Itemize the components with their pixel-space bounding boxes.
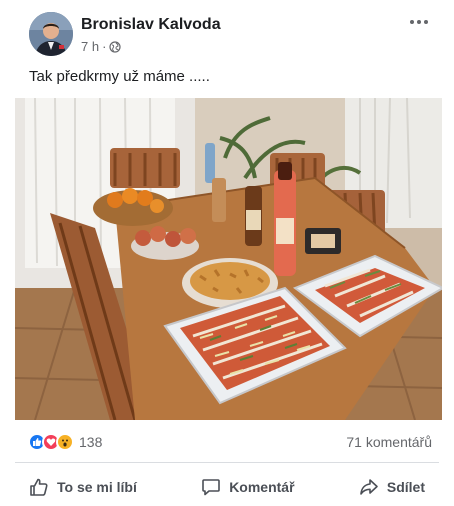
post-photo[interactable] <box>15 98 442 420</box>
comments-count-link[interactable]: 71 komentářů <box>346 434 432 450</box>
dot-icon <box>417 20 421 24</box>
more-options-button[interactable] <box>404 12 434 32</box>
like-button-label: To se mi líbí <box>57 479 137 495</box>
post-actions-bar: To se mi líbí Komentář Sdílet <box>15 472 439 502</box>
post-text: Tak předkrmy už máme ..... <box>29 68 210 85</box>
globe-icon <box>109 40 122 53</box>
share-button[interactable]: Sdílet <box>345 477 439 497</box>
meta-separator: · <box>102 39 107 54</box>
reaction-count: 138 <box>79 434 103 450</box>
comment-button[interactable]: Komentář <box>187 477 308 497</box>
comment-button-label: Komentář <box>229 479 295 495</box>
author-avatar[interactable] <box>29 12 73 56</box>
post-time[interactable]: 7 h <box>81 39 99 54</box>
thumbs-up-icon <box>30 478 48 496</box>
share-button-label: Sdílet <box>386 479 425 495</box>
photo-appetizers-table <box>15 98 442 420</box>
comment-icon <box>202 479 220 496</box>
share-icon <box>360 479 378 495</box>
actions-divider <box>15 462 439 463</box>
like-button[interactable]: To se mi líbí <box>15 477 151 497</box>
post-meta: 7 h · <box>81 39 122 54</box>
dot-icon <box>424 20 428 24</box>
facebook-post: Bronislav Kalvoda 7 h · Tak předkrmy už … <box>0 0 454 506</box>
dot-icon <box>410 20 414 24</box>
author-name[interactable]: Bronislav Kalvoda <box>81 16 221 34</box>
avatar-image <box>29 12 73 56</box>
reactions-summary[interactable]: 138 <box>28 433 102 451</box>
wow-icon <box>56 433 74 451</box>
